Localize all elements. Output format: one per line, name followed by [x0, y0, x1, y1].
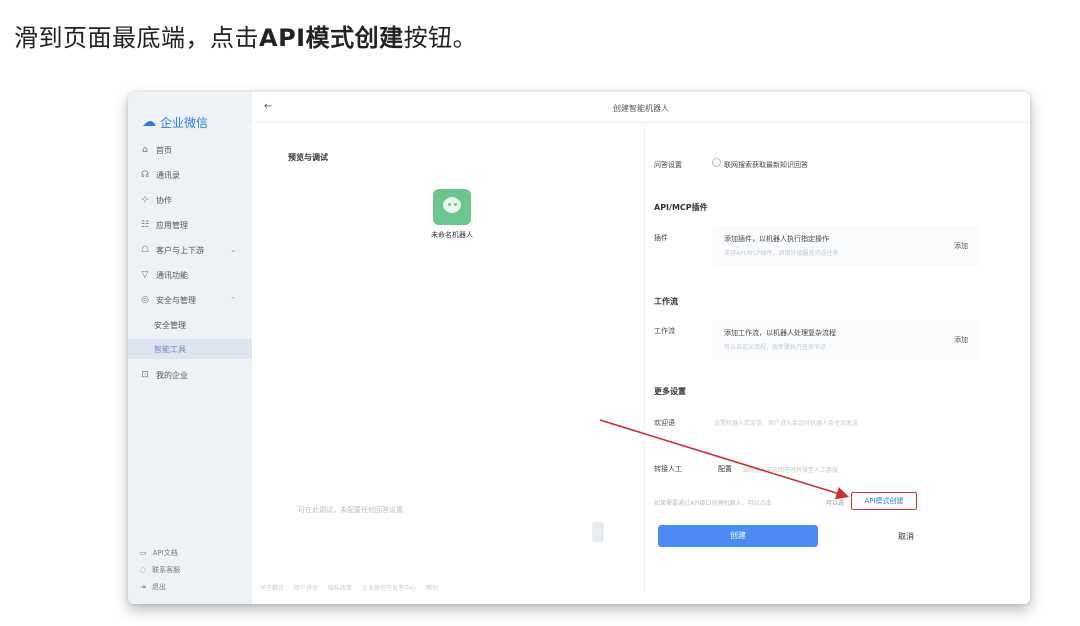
sidebar-item-label: 首页 — [156, 145, 172, 155]
brand-name: 企业微信 — [160, 115, 209, 130]
sidebar-item-label: 应用管理 — [156, 220, 188, 230]
bot-avatar[interactable] — [433, 189, 471, 225]
logout-icon: ⇥ — [140, 583, 146, 591]
collab-icon: ⊹ — [141, 195, 149, 205]
footer-link[interactable]: 关于腾讯 — [260, 583, 284, 592]
preview-title: 预览与调试 — [288, 153, 328, 162]
workflow-card-desc: 可以自定义流程，按步骤执行任务节点 — [724, 344, 827, 351]
web-search-option: 联网搜索获取最新知识回答 — [724, 161, 808, 169]
contacts-icon: ☊ — [141, 170, 149, 180]
brand[interactable]: ☁ 企业微信 — [142, 112, 208, 132]
sidebar-item-security[interactable]: ◎ 安全与管理 ⌃ — [140, 290, 248, 310]
chevron-up-icon: ⌃ — [230, 296, 236, 304]
instruction-text: 滑到页面最底端，点击API模式创建按钮。 — [14, 18, 477, 53]
apps-icon: ☷ — [140, 220, 150, 230]
sidebar-item-my-company[interactable]: ⊡ 我的企业 — [140, 365, 248, 385]
sidebar-item-label: 安全与管理 — [156, 295, 196, 305]
headset-icon: ◌ — [140, 566, 147, 574]
api-mode-prefix: 可以选 — [826, 500, 845, 507]
sidebar-item-label: 我的企业 — [156, 370, 188, 380]
api-plugin-section: API/MCP插件 — [654, 203, 708, 212]
sidebar-subitem-smart-tools[interactable]: 智能工具 — [128, 339, 252, 359]
handoff-label: 转接人工 — [654, 465, 682, 473]
app-window: ☁ 企业微信 ⌂ 首页 ☊ 通讯录 ⊹ 协作 ☷ 应用管理 ☖ 客户与上下游 ⌄… — [128, 92, 1030, 604]
add-workflow-button[interactable]: 添加 — [954, 335, 968, 345]
footer-label: 退出 — [151, 583, 166, 591]
wecom-logo-icon: ☁ — [142, 114, 156, 130]
qa-settings-label: 问答设置 — [654, 161, 682, 169]
sidebar-subitem-security-mgmt[interactable]: 安全管理 — [154, 315, 248, 335]
sidebar-item-label: 智能工具 — [154, 344, 186, 354]
sidebar-item-comms[interactable]: ▽ 通讯功能 — [140, 265, 248, 285]
footer-link[interactable]: 隐私政策 — [328, 583, 352, 592]
sidebar: ☁ 企业微信 ⌂ 首页 ☊ 通讯录 ⊹ 协作 ☷ 应用管理 ☖ 客户与上下游 ⌄… — [128, 92, 252, 604]
sidebar-footer-support[interactable]: ◌ 联系客服 — [140, 565, 180, 575]
bot-name: 未命名机器人 — [431, 231, 473, 239]
welcome-label: 欢迎语 — [654, 419, 675, 427]
sidebar-item-label: 协作 — [156, 195, 172, 205]
preview-send-button[interactable] — [592, 522, 604, 542]
sidebar-item-collab[interactable]: ⊹ 协作 — [140, 190, 248, 210]
sidebar-item-label: 安全管理 — [154, 320, 186, 330]
company-icon: ⊡ — [141, 370, 149, 380]
bot-eye-icon — [454, 203, 457, 206]
footer-link[interactable]: 帮助 — [426, 583, 438, 592]
preview-hint: 可在此调试，未配置任何回答设置 — [298, 506, 403, 514]
bot-face-icon — [443, 197, 461, 213]
plugin-card-title: 添加插件，以机器人执行指定操作 — [724, 235, 829, 243]
bot-eye-icon — [448, 203, 451, 206]
sidebar-item-label: 通讯功能 — [156, 270, 188, 280]
instruction-part1: 滑到页面最底端，点击 — [14, 24, 259, 52]
filter-icon: ▽ — [141, 270, 149, 280]
handoff-config-link[interactable]: 配置 — [718, 464, 732, 474]
sidebar-item-home[interactable]: ⌂ 首页 — [140, 140, 248, 160]
add-plugin-button[interactable]: 添加 — [954, 241, 968, 251]
welcome-desc: 设置机器人欢迎语，用户进入会话时机器人会主动发送 — [714, 420, 859, 427]
sidebar-item-label: 通讯录 — [156, 170, 180, 180]
create-button[interactable]: 创建 — [658, 525, 818, 547]
handoff-desc: 当机器人无法回答时转接至人工客服 — [742, 467, 839, 474]
main-panel: ← 创建智能机器人 预览与调试 未命名机器人 可在此调试，未配置任何回答设置 问… — [252, 92, 1030, 604]
topbar: ← 创建智能机器人 — [252, 92, 1030, 123]
home-icon: ⌂ — [142, 145, 148, 155]
sidebar-item-contacts[interactable]: ☊ 通讯录 — [140, 165, 248, 185]
workflow-card: 添加工作流，以机器人处理复杂流程 可以自定义流程，按步骤执行任务节点 添加 — [712, 320, 980, 360]
chevron-down-icon: ⌄ — [230, 246, 236, 254]
footer-label: API文档 — [152, 549, 178, 557]
sidebar-footer-api-docs[interactable]: ▭ API文档 — [140, 548, 178, 558]
cancel-button[interactable]: 取消 — [898, 531, 914, 542]
footer-link[interactable]: 用户协议 — [294, 583, 318, 592]
sidebar-footer-logout[interactable]: ⇥ 退出 — [140, 582, 166, 592]
sidebar-item-label: 客户与上下游 — [156, 245, 204, 255]
page-title: 创建智能机器人 — [613, 104, 669, 113]
api-mode-hint: 如果需要通过API接口创建机器人，可以点击 — [654, 500, 772, 507]
panel-divider — [644, 122, 645, 592]
security-icon: ◎ — [141, 295, 149, 305]
instruction-bold: API模式创建 — [259, 24, 404, 52]
footer-links: 关于腾讯 用户协议 隐私政策 企业微信开发者中心 帮助 — [252, 578, 1030, 596]
workflow-label: 工作流 — [654, 327, 675, 335]
footer-label: 联系客服 — [152, 566, 181, 574]
plugin-card: 添加插件，以机器人执行指定操作 支持API/MCP插件，调用外部服务完成任务 添… — [712, 226, 980, 266]
sidebar-item-customers[interactable]: ☖ 客户与上下游 ⌄ — [140, 240, 248, 260]
api-mode-create-button[interactable]: API模式创建 — [851, 492, 917, 510]
instruction-part2: 按钮。 — [403, 24, 478, 52]
customers-icon: ☖ — [140, 245, 150, 255]
doc-icon: ▭ — [140, 549, 147, 557]
sidebar-item-apps[interactable]: ☷ 应用管理 — [140, 215, 248, 235]
web-search-radio[interactable] — [712, 158, 721, 167]
footer-link[interactable]: 企业微信开发者中心 — [362, 583, 416, 592]
more-settings-section: 更多设置 — [654, 387, 686, 396]
plugin-label: 插件 — [654, 234, 668, 242]
workflow-card-title: 添加工作流，以机器人处理复杂流程 — [724, 329, 836, 337]
workflow-section: 工作流 — [654, 297, 678, 306]
plugin-card-desc: 支持API/MCP插件，调用外部服务完成任务 — [724, 250, 839, 257]
